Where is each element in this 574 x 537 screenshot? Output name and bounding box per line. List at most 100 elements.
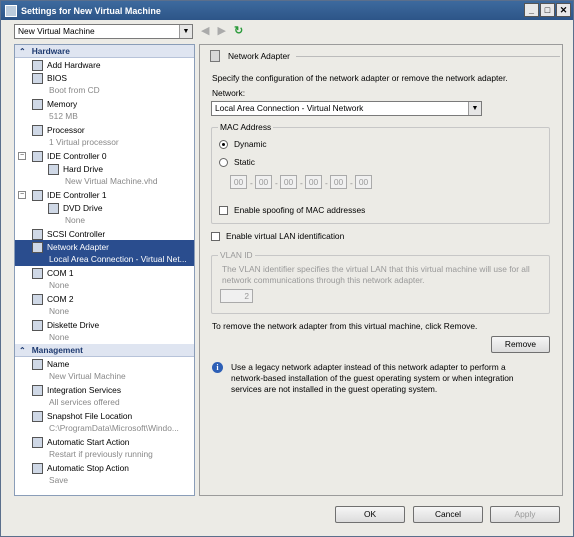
vlan-description-line2: network communications through this netw…: [222, 275, 425, 285]
panel-header: Network Adapter: [210, 50, 560, 62]
tree-item-label: Memory: [47, 99, 78, 109]
hard-drive-icon: [48, 164, 59, 175]
mac-octet-field[interactable]: 00: [330, 175, 347, 189]
minimize-button[interactable]: _: [524, 3, 539, 17]
scsi-controller-icon: [32, 229, 43, 240]
network-adapter-icon: [210, 50, 220, 62]
maximize-button[interactable]: □: [540, 3, 555, 17]
diskette-icon: [32, 320, 43, 331]
memory-icon: [32, 99, 43, 110]
mac-octet-field[interactable]: 00: [280, 175, 297, 189]
tree-item-integration-services[interactable]: Integration Services All services offere…: [15, 383, 194, 409]
vlan-id-input[interactable]: 2: [220, 289, 253, 303]
tree-item-label: SCSI Controller: [47, 229, 106, 239]
mac-octet-field[interactable]: 00: [305, 175, 322, 189]
spoofing-checkbox[interactable]: [219, 206, 228, 215]
tree-item-com2[interactable]: COM 2 None: [15, 292, 194, 318]
chevron-down-icon[interactable]: ▼: [179, 25, 192, 38]
tree-item-processor[interactable]: Processor 1 Virtual processor: [15, 123, 194, 149]
collapse-tree-icon[interactable]: −: [18, 152, 26, 160]
mac-octet-field[interactable]: 00: [355, 175, 372, 189]
tree-item-sub: None: [49, 332, 70, 342]
vm-selector[interactable]: New Virtual Machine ▼: [14, 24, 193, 39]
tree-item-ide-controller-1[interactable]: − IDE Controller 1: [15, 188, 194, 201]
vlan-checkbox[interactable]: [211, 232, 220, 241]
apply-button[interactable]: Apply: [490, 506, 560, 523]
hardware-header-label: Hardware: [31, 46, 70, 56]
mac-address-group: MAC Address Dynamic Static 00 - 00 - 00 …: [211, 122, 550, 224]
tree-item-network-adapter[interactable]: Network Adapter Local Area Connection - …: [15, 240, 194, 266]
tree-item-add-hardware[interactable]: Add Hardware: [15, 58, 194, 71]
tree-item-sub: New Virtual Machine.vhd: [65, 176, 158, 186]
cancel-button[interactable]: Cancel: [413, 506, 483, 523]
tree-item-ide-controller-0[interactable]: − IDE Controller 0: [15, 149, 194, 162]
snapshot-icon: [32, 411, 43, 422]
dynamic-label: Dynamic: [234, 139, 267, 149]
integration-services-icon: [32, 385, 43, 396]
tree-item-hard-drive[interactable]: Hard Drive New Virtual Machine.vhd: [15, 162, 194, 188]
chevron-down-icon[interactable]: ▼: [468, 102, 481, 115]
network-select[interactable]: Local Area Connection - Virtual Network …: [211, 101, 482, 116]
static-label: Static: [234, 157, 255, 167]
tree-item-label: Integration Services: [47, 385, 122, 395]
tree-item-sub: New Virtual Machine: [49, 371, 126, 381]
mac-separator: -: [350, 178, 353, 188]
mac-separator: -: [250, 178, 253, 188]
com-port-icon: [32, 268, 43, 279]
collapse-icon[interactable]: ⌃: [19, 346, 26, 355]
panel-title: Network Adapter: [228, 51, 290, 61]
processor-icon: [32, 125, 43, 136]
legacy-info-line2: network-based installation of the guest …: [231, 373, 514, 383]
title-bar: Settings for New Virtual Machine _ □ ✕: [1, 1, 573, 20]
remove-button[interactable]: Remove: [491, 336, 550, 353]
nav-toolbar: ◀ ▶ ↻: [201, 24, 243, 37]
tree-item-auto-start[interactable]: Automatic Start Action Restart if previo…: [15, 435, 194, 461]
tree-item-sub: Restart if previously running: [49, 449, 153, 459]
back-icon[interactable]: ◀: [201, 24, 209, 37]
tree-item-label: IDE Controller 1: [47, 190, 107, 200]
collapse-icon[interactable]: ⌃: [19, 47, 26, 56]
mac-octet-field[interactable]: 00: [255, 175, 272, 189]
window-title: Settings for New Virtual Machine: [21, 5, 161, 16]
tree-item-label: IDE Controller 0: [47, 151, 107, 161]
vm-selector-value: New Virtual Machine: [18, 26, 95, 36]
tree-item-sub: Boot from CD: [49, 85, 100, 95]
tree-item-label: Automatic Start Action: [47, 437, 130, 447]
settings-panel: Network Adapter Specify the configuratio…: [199, 44, 563, 496]
tree-item-label: Snapshot File Location: [47, 411, 133, 421]
tree-item-snapshot-location[interactable]: Snapshot File Location C:\ProgramData\Mi…: [15, 409, 194, 435]
refresh-icon[interactable]: ↻: [234, 24, 243, 37]
legacy-info-line3: services are not installed in the guest …: [231, 384, 438, 394]
tree-item-com1[interactable]: COM 1 None: [15, 266, 194, 292]
tree-item-label: COM 1: [47, 268, 74, 278]
tree-item-auto-stop[interactable]: Automatic Stop Action Save: [15, 461, 194, 487]
tree-item-scsi-controller[interactable]: SCSI Controller: [15, 227, 194, 240]
auto-start-icon: [32, 437, 43, 448]
mac-separator: -: [325, 178, 328, 188]
tree-item-memory[interactable]: Memory 512 MB: [15, 97, 194, 123]
ok-button[interactable]: OK: [335, 506, 405, 523]
close-button[interactable]: ✕: [556, 3, 571, 17]
tree-item-sub: 1 Virtual processor: [49, 137, 119, 147]
tree-item-name[interactable]: Name New Virtual Machine: [15, 357, 194, 383]
collapse-tree-icon[interactable]: −: [18, 191, 26, 199]
tree-item-sub: None: [65, 215, 86, 225]
vlan-group-title: VLAN ID: [218, 250, 255, 260]
network-select-value: Local Area Connection - Virtual Network: [215, 103, 364, 113]
tree-item-bios[interactable]: BIOS Boot from CD: [15, 71, 194, 97]
tree-item-label: BIOS: [47, 73, 68, 83]
management-section-header[interactable]: ⌃ Management: [15, 344, 194, 357]
static-radio[interactable]: [219, 158, 228, 167]
tree-item-diskette-drive[interactable]: Diskette Drive None: [15, 318, 194, 344]
tree-item-label: Name: [47, 359, 70, 369]
header-divider: [295, 55, 560, 57]
ide-controller-icon: [32, 190, 43, 201]
hardware-section-header[interactable]: ⌃ Hardware: [15, 45, 194, 58]
mac-octet-field[interactable]: 00: [230, 175, 247, 189]
tree-item-sub: None: [49, 280, 70, 290]
dynamic-radio[interactable]: [219, 140, 228, 149]
tree-item-sub: 512 MB: [49, 111, 78, 121]
tree-item-label: Network Adapter: [47, 242, 109, 252]
forward-icon[interactable]: ▶: [217, 24, 225, 37]
tree-item-dvd-drive[interactable]: DVD Drive None: [15, 201, 194, 227]
